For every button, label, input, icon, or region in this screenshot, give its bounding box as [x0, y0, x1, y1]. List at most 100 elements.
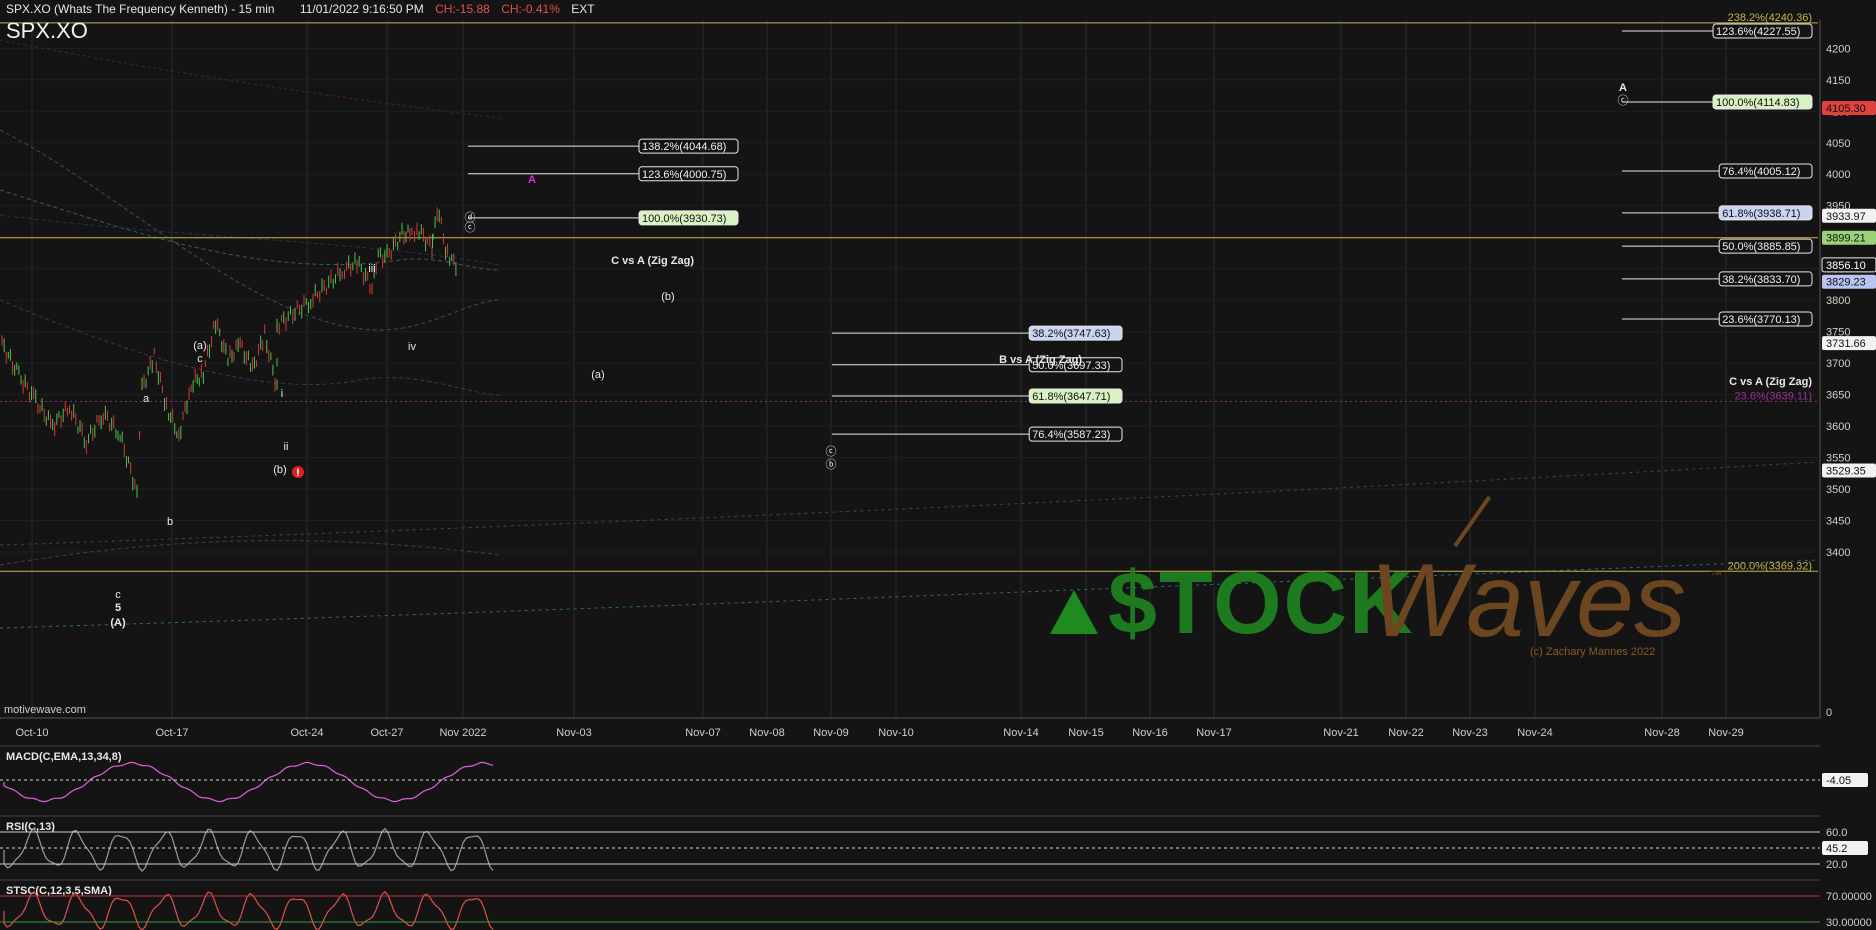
wave-label: ⓓ: [465, 211, 476, 224]
wave-label: A: [528, 174, 536, 186]
brand-tm: ™: [1710, 568, 1722, 582]
y-tick-label: 3400: [1826, 547, 1850, 559]
x-tick-label: Nov-29: [1708, 727, 1743, 739]
brand-left: $TOCK: [1108, 553, 1415, 652]
fib-set-name: C vs A (Zig Zag): [1729, 376, 1812, 388]
x-tick-label: Nov-14: [1003, 727, 1038, 739]
session-label: EXT: [571, 2, 595, 16]
price-candles: [1, 207, 457, 498]
fib-level-label: 138.2%(4044.68): [642, 141, 726, 153]
x-tick-label: Nov-28: [1644, 727, 1679, 739]
indicator-line: [3, 761, 494, 803]
wave-label: (a): [193, 340, 206, 352]
x-tick-label: Nov-22: [1388, 727, 1423, 739]
chart-datetime: 11/01/2022 9:16:50 PM: [299, 2, 424, 16]
brand-right: Waves: [1370, 543, 1686, 659]
wave-label: A: [1619, 82, 1627, 94]
indicator-level-label: 70.00000: [1826, 891, 1872, 903]
brand-triangle-icon: [1050, 590, 1098, 634]
fib-level-label: 76.4%(3587.23): [1032, 429, 1110, 441]
indicator-panels: MACD(C,EMA,13,34,8)-4.05RSI(C,13) 60.020.…: [0, 745, 1872, 930]
x-tick-label: Oct-17: [155, 727, 188, 739]
wave-label: a: [143, 393, 150, 405]
price-marker-label: 3933.97: [1826, 211, 1866, 223]
wave-label: 5: [115, 602, 121, 614]
envelope-curve: [0, 540, 501, 566]
fib-set-name: B vs A (Zig Zag): [999, 354, 1082, 366]
alert-icon-mark: !: [296, 467, 300, 479]
fib-level-label: 23.6%(3770.13): [1722, 314, 1800, 326]
wave-label: (A): [110, 617, 126, 629]
x-axis: Oct-10 Oct-17 Oct-24 Oct-27 Nov 2022 Nov-03 No…: [0, 717, 1820, 739]
x-tick-label: Nov-03: [556, 727, 591, 739]
fibonacci-levels: 138.2%(4044.68) 123.6%(4000.75) 100.0%(393…: [468, 23, 1813, 442]
x-tick-label: Oct-10: [15, 727, 48, 739]
wave-label: c: [197, 353, 203, 365]
indicator-value: -4.05: [1826, 775, 1851, 787]
fib-level-label: 50.0%(3885.85): [1722, 241, 1800, 253]
indicator-level-label: 20.0: [1826, 859, 1847, 871]
indicator-line: [3, 827, 494, 872]
envelope-curve: [0, 189, 501, 271]
fib-level-label: 123.6%(4000.75): [642, 169, 726, 181]
y-tick-label: 3600: [1826, 421, 1850, 433]
x-tick-label: Nov-21: [1323, 727, 1358, 739]
fib-level-label: 123.6%(4227.55): [1716, 26, 1800, 38]
horizontal-level-label: 200.0%(3369.32): [1728, 560, 1812, 572]
x-tick-label: Nov-08: [749, 727, 784, 739]
fib-level-label: 61.8%(3938.71): [1722, 208, 1800, 220]
y-zero-label: 0: [1826, 707, 1832, 719]
fib-level-label: 38.2%(3833.70): [1722, 274, 1800, 286]
x-tick-label: Nov-17: [1196, 727, 1231, 739]
wave-label: c: [115, 589, 121, 601]
fib-level-label: 38.2%(3747.63): [1032, 328, 1110, 340]
symbol-label: SPX.XO: [6, 18, 88, 43]
y-tick-label: 3450: [1826, 515, 1850, 527]
wave-label: ii: [284, 441, 289, 453]
horizontal-level-label: 23.6%(3639.11): [1735, 390, 1812, 402]
x-tick-label: Nov-24: [1517, 727, 1552, 739]
indicator-level-label: 60.0: [1826, 827, 1847, 839]
y-axis: 3400345035003550360036503700375038003850…: [1819, 20, 1850, 719]
y-tick-label: 4200: [1826, 43, 1850, 55]
indicator-name: MACD(C,EMA,13,34,8): [6, 751, 122, 763]
horizontal-levels: 238.2%(4240.36) 200.0%(3369.32) 23.6%(3639…: [0, 12, 1818, 572]
change-value: CH:-15.88: [435, 2, 490, 16]
x-tick-label: Nov-09: [813, 727, 848, 739]
price-chart[interactable]: 238.2%(4240.36) 200.0%(3369.32) 23.6%(3639…: [0, 0, 1876, 930]
stockwaves-logo: $TOCK Waves ™ (c) Zachary Mannes 2022: [1050, 495, 1722, 660]
y-tick-label: 4150: [1826, 75, 1850, 87]
y-tick-label: 3800: [1826, 295, 1850, 307]
x-tick-label: Nov-15: [1068, 727, 1103, 739]
wave-label: b: [167, 516, 173, 528]
y-tick-label: 3650: [1826, 390, 1850, 402]
indicator-value: 45.2: [1826, 843, 1847, 855]
indicator-level-label: 30.00000: [1826, 917, 1872, 929]
indicator-name: STSC(C,12,3,5,SMA): [6, 885, 112, 897]
wave-label: ⓑ: [826, 458, 837, 471]
x-tick-label: Nov-07: [685, 727, 720, 739]
price-marker-label: 3829.23: [1826, 277, 1866, 289]
fib-level-label: 100.0%(4114.83): [1716, 97, 1800, 109]
moving-average-envelopes: [0, 39, 1819, 629]
last-price-label: 3856.10: [1826, 260, 1866, 272]
price-marker-label: 3529.35: [1826, 466, 1866, 478]
fib-set-name: C vs A (Zig Zag): [611, 255, 694, 267]
chart-title: SPX.XO (Whats The Frequency Kenneth) - 1…: [6, 2, 275, 16]
wave-label: iii: [368, 263, 375, 275]
y-tick-label: 3550: [1826, 453, 1850, 465]
price-marker-label: 3731.66: [1826, 338, 1866, 350]
fib-level-label: 61.8%(3647.71): [1032, 391, 1110, 403]
chart-header: SPX.XO (Whats The Frequency Kenneth) - 1…: [6, 2, 603, 16]
price-marker-label: 4105.30: [1826, 103, 1866, 115]
price-marker-label: 3899.21: [1826, 233, 1866, 245]
y-tick-label: 3700: [1826, 358, 1850, 370]
x-tick-label: Nov-16: [1132, 727, 1167, 739]
source-watermark: motivewave.com: [4, 704, 86, 716]
change-percent: CH:-0.41%: [501, 2, 560, 16]
x-tick-label: Nov-10: [878, 727, 913, 739]
x-tick-label: Nov-23: [1452, 727, 1487, 739]
x-tick-label: Nov 2022: [439, 727, 486, 739]
x-tick-label: Oct-24: [290, 727, 323, 739]
wave-label: (a): [591, 369, 604, 381]
